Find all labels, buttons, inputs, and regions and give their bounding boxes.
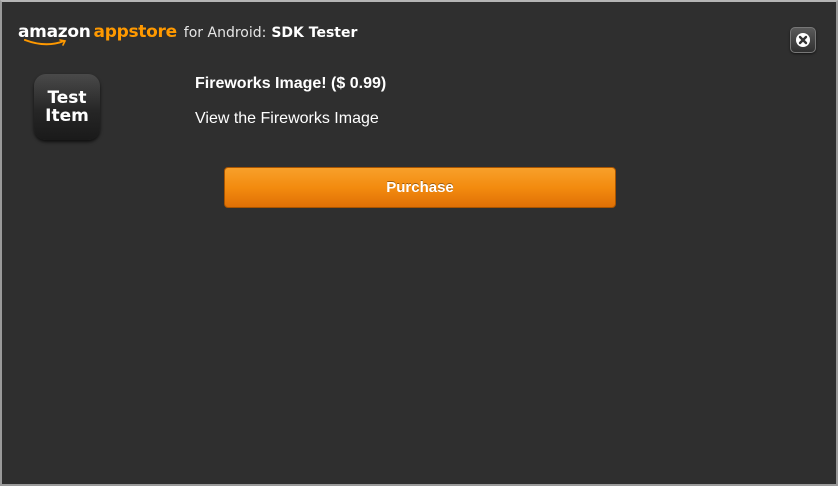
purchase-button[interactable]: Purchase	[224, 167, 616, 208]
test-item-icon: Test Item	[34, 74, 100, 140]
amazon-appstore-logo: amazon appstore for Android: SDK Tester	[18, 22, 357, 54]
logo-sdk-tester-text: SDK Tester	[271, 25, 358, 41]
close-button[interactable]	[790, 27, 816, 53]
product-description: View the Fireworks Image	[195, 110, 379, 127]
amazon-smile-icon	[24, 39, 67, 46]
purchase-dialog: amazon appstore for Android: SDK Tester …	[0, 0, 838, 486]
test-item-icon-line2: Item	[45, 106, 89, 126]
close-x-icon	[796, 33, 810, 47]
logo-appstore-text: appstore	[93, 22, 178, 42]
logo-for-android-text: for Android:	[183, 25, 267, 41]
logo-amazon-text: amazon	[18, 22, 91, 46]
product-title: Fireworks Image! ($ 0.99)	[195, 75, 387, 92]
test-item-icon-line1: Test	[47, 88, 87, 108]
